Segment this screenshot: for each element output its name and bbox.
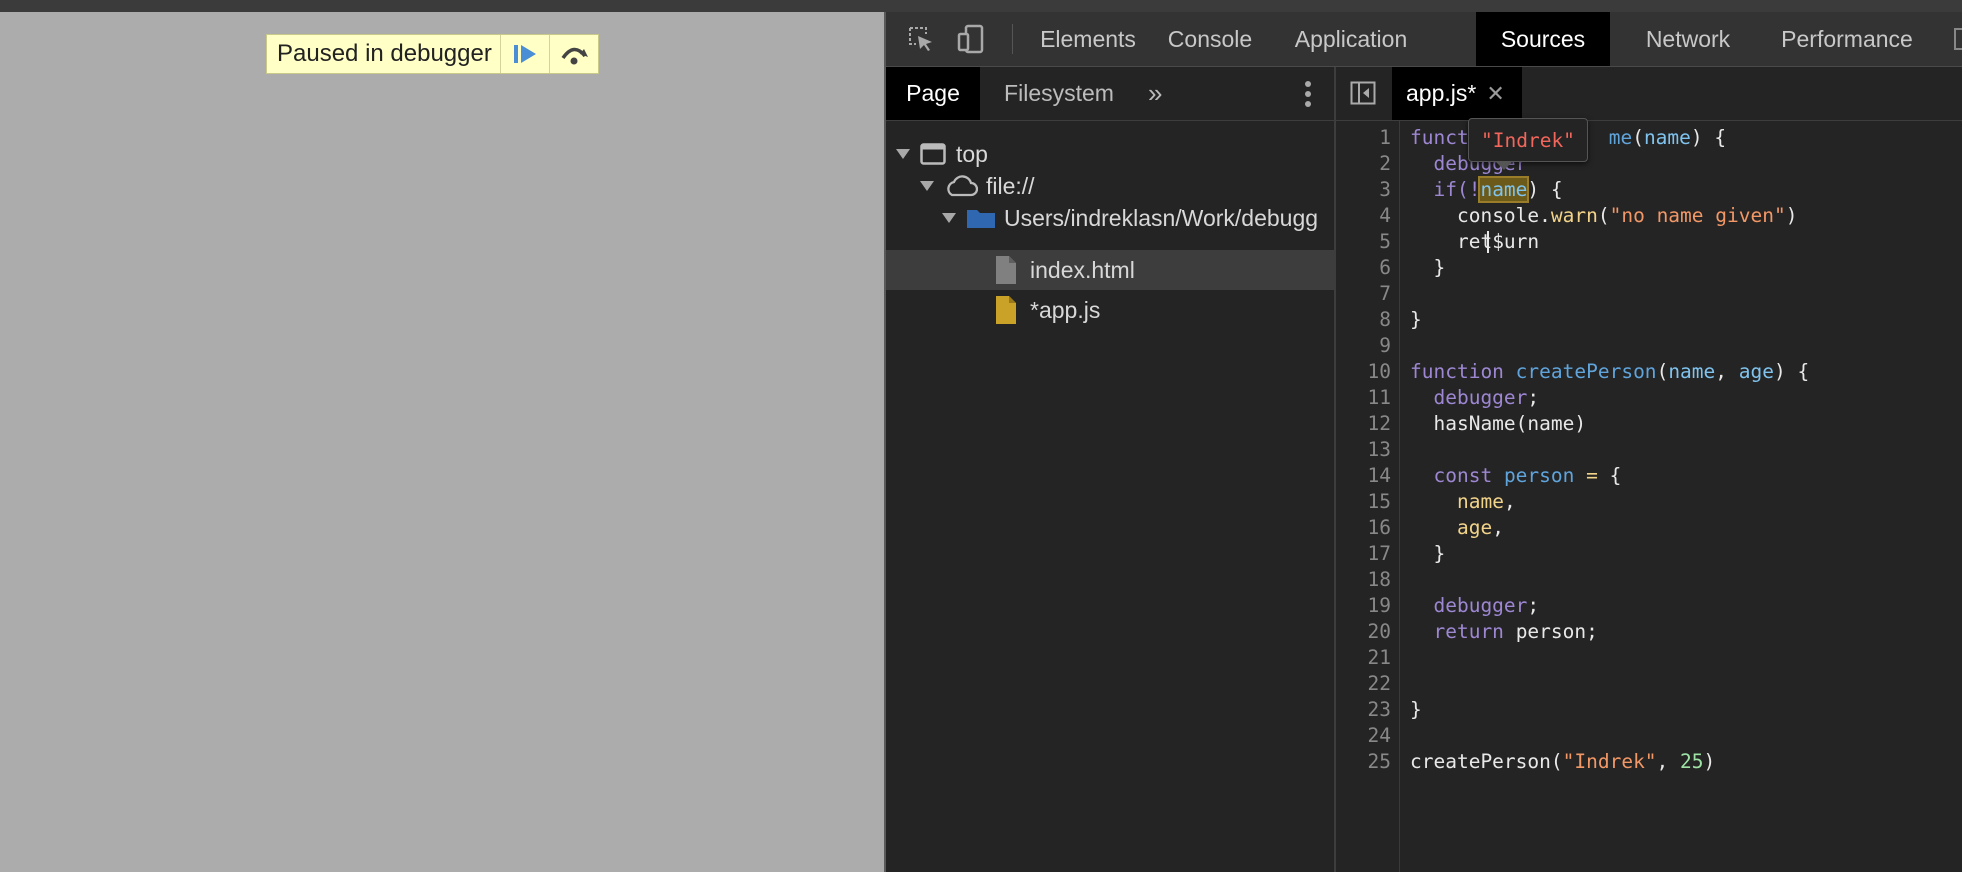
resume-button[interactable] — [499, 35, 549, 73]
sidebar-toggle-icon — [1350, 81, 1376, 105]
line-number[interactable]: 13 — [1368, 437, 1391, 463]
editor-tab-label: app.js* — [1406, 80, 1477, 106]
line-number[interactable]: 17 — [1368, 541, 1391, 567]
code-line: name, — [1456, 490, 1516, 513]
close-tab-icon[interactable]: ✕ — [1486, 81, 1504, 107]
navigator-menu-icon[interactable] — [1304, 79, 1312, 109]
code-line: console.warn("no name given") — [1456, 204, 1798, 227]
tab-page[interactable]: Page — [886, 67, 980, 120]
tree-label: *app.js — [1030, 296, 1101, 323]
line-number[interactable]: 3 — [1379, 177, 1391, 203]
tab-console[interactable]: Console — [1154, 12, 1266, 66]
navigator-tabs: Page Filesystem » — [886, 67, 1334, 121]
tab-application[interactable]: Application — [1270, 12, 1432, 66]
line-number[interactable]: 19 — [1368, 593, 1391, 619]
code-line: } — [1410, 308, 1422, 331]
devtools-panel: Elements Console Application Sources Net… — [886, 12, 1962, 872]
line-number[interactable]: 11 — [1368, 385, 1391, 411]
tab-network[interactable]: Network — [1628, 12, 1748, 66]
tree-label: file:// — [986, 172, 1035, 199]
inspect-element-icon[interactable] — [906, 24, 936, 54]
toggle-navigator-button[interactable] — [1350, 81, 1376, 105]
code-line: return person; — [1433, 620, 1598, 643]
frame-icon — [920, 143, 946, 165]
line-number[interactable]: 12 — [1368, 411, 1391, 437]
line-number[interactable]: 7 — [1379, 281, 1391, 307]
toolbar-separator — [1012, 24, 1013, 54]
code-line: } — [1433, 542, 1446, 565]
tab-filesystem[interactable]: Filesystem — [992, 67, 1126, 120]
editor-tab-app-js[interactable]: app.js* ✕ — [1392, 67, 1522, 120]
select-cursor-icon — [909, 27, 932, 51]
tab-elements[interactable]: Elements — [1026, 12, 1150, 66]
line-number[interactable]: 6 — [1379, 255, 1391, 281]
code-line: age, — [1456, 516, 1504, 539]
step-over-icon — [561, 47, 588, 65]
code-line: function createPerson(name, age) { — [1410, 360, 1810, 383]
line-number[interactable]: 1 — [1379, 125, 1391, 151]
code-line: } — [1410, 698, 1422, 721]
code-editor[interactable]: 1 2 3 4 5 6 7 8 9 10 11 12 13 14 15 16 17 18 19 20 21 22 23 24 2… — [1336, 118, 1962, 872]
line-number[interactable]: 10 — [1368, 359, 1391, 385]
line-number[interactable]: 8 — [1379, 307, 1391, 333]
line-number[interactable]: 4 — [1379, 203, 1391, 229]
tab-sources[interactable]: Sources — [1476, 12, 1610, 66]
tooltip-value: "Indrek" — [1481, 129, 1575, 152]
tree-item-index-html[interactable]: index.html — [886, 250, 1334, 290]
line-number[interactable]: 18 — [1368, 567, 1391, 593]
file-icon — [996, 256, 1016, 284]
code-line: createPerson("Indrek", 25) — [1410, 750, 1716, 773]
line-number[interactable]: 5 — [1379, 229, 1391, 255]
line-number[interactable]: 9 — [1379, 333, 1391, 359]
line-number[interactable]: 20 — [1368, 619, 1391, 645]
tree-item-folder[interactable]: Users/indreklasn/Work/debugg — [886, 198, 1334, 238]
tab-performance[interactable]: Performance — [1766, 12, 1928, 66]
code-line: ret$urn — [1456, 230, 1540, 253]
editor-pane: app.js* ✕ 1 2 3 4 5 6 7 8 9 10 11 12 13 14 15 16 17 18 19 2… — [1336, 67, 1962, 872]
line-number[interactable]: 2 — [1379, 151, 1391, 177]
tree-label: index.html — [1030, 256, 1135, 283]
js-file-icon — [996, 296, 1016, 324]
folder-icon — [967, 210, 995, 228]
line-number[interactable]: 14 — [1368, 463, 1391, 489]
code-line: if(!name) { — [1433, 176, 1563, 203]
line-number[interactable]: 22 — [1368, 671, 1391, 697]
text-cursor — [1487, 231, 1489, 253]
code-line: debugger; — [1433, 386, 1540, 409]
tree-item-app-js[interactable]: *app.js — [886, 290, 1334, 330]
devtools-toolbar: Elements Console Application Sources Net… — [886, 12, 1962, 67]
code-line: hasName(name) — [1433, 412, 1587, 435]
more-navigators-icon[interactable]: » — [1148, 79, 1162, 107]
hovered-variable: name — [1478, 176, 1530, 203]
tree-label: Users/indreklasn/Work/debugg — [1004, 204, 1319, 231]
line-number[interactable]: 25 — [1368, 749, 1391, 775]
line-number[interactable]: 21 — [1368, 645, 1391, 671]
device-toolbar-icon[interactable] — [956, 24, 986, 54]
more-tabs-icon[interactable] — [1954, 28, 1962, 50]
navigator-pane: Page Filesystem » top file:// Users/indr… — [886, 67, 1336, 872]
resume-icon — [513, 45, 536, 63]
paused-in-debugger-overlay: Paused in debugger — [266, 34, 599, 74]
tooltip-arrow — [1495, 161, 1513, 170]
expand-arrow-icon — [896, 149, 910, 159]
paused-message: Paused in debugger — [277, 40, 492, 67]
line-number-gutter: 1 2 3 4 5 6 7 8 9 10 11 12 13 14 15 16 17 18 19 20 21 22 23 24 2… — [1336, 121, 1400, 872]
step-over-button[interactable] — [548, 35, 598, 73]
variable-value-tooltip: "Indrek" — [1468, 118, 1588, 170]
page-viewport: Paused in debugger — [0, 12, 886, 872]
cloud-icon — [947, 175, 978, 197]
code-line: } — [1433, 256, 1446, 279]
editor-tabs: app.js* ✕ — [1336, 67, 1962, 121]
expand-arrow-icon — [942, 213, 956, 223]
expand-arrow-icon — [920, 181, 934, 191]
tree-label: top — [956, 140, 988, 167]
browser-top-strip — [0, 0, 1962, 12]
code-line: const person = { — [1433, 464, 1622, 487]
line-number[interactable]: 15 — [1368, 489, 1391, 515]
line-number[interactable]: 16 — [1368, 515, 1391, 541]
code-line: debugger; — [1433, 594, 1540, 617]
line-number[interactable]: 23 — [1368, 697, 1391, 723]
line-number[interactable]: 24 — [1368, 723, 1391, 749]
device-icon — [957, 24, 984, 54]
